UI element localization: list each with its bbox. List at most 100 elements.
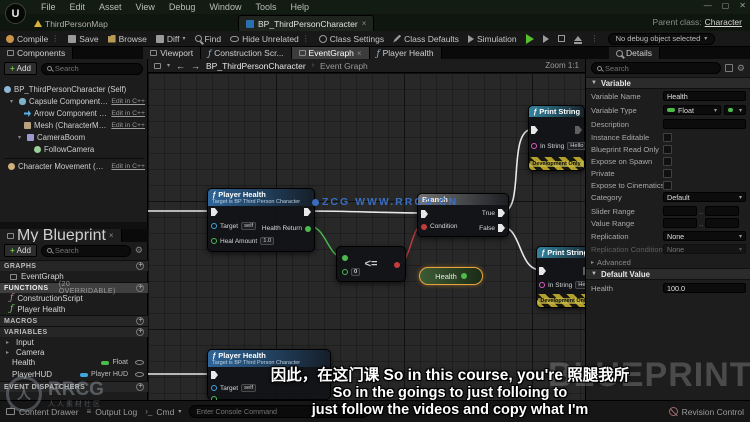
tab-event-graph[interactable]: EventGraph ×	[291, 47, 370, 59]
frame-skip-button[interactable]	[542, 34, 549, 43]
menu-edit[interactable]: Edit	[63, 2, 93, 12]
nav-forward-button[interactable]: →	[191, 61, 200, 71]
add-macro-icon[interactable]	[136, 317, 144, 325]
component-row-cameraboom[interactable]: ▾ CameraBoom	[0, 132, 148, 143]
player-health-function-item[interactable]: ƒ Player Health	[0, 304, 148, 315]
settings-gear-icon[interactable]: ⚙	[737, 63, 745, 74]
blueprint-doc-tab[interactable]: BP_ThirdPersonCharacter ×	[238, 15, 375, 31]
add-component-button[interactable]: + Add	[4, 62, 37, 75]
exec-in-pin[interactable]	[531, 126, 538, 134]
node-player-health-call[interactable]: ƒ Player Health Target is BP Third Person…	[207, 188, 315, 252]
save-button[interactable]: Save	[68, 34, 99, 44]
my-blueprint-search-input[interactable]	[54, 246, 125, 255]
in-string-pin[interactable]: In StringHello	[531, 142, 585, 150]
private-checkbox[interactable]	[663, 168, 672, 178]
category-dropdown[interactable]: Default ▾	[663, 192, 746, 202]
component-row-arrow[interactable]: Arrow Component (Arrow)Edit in C++	[0, 108, 148, 119]
class-defaults-button[interactable]: Class Defaults	[393, 34, 459, 44]
edit-in-cpp-link[interactable]: Edit in C++	[111, 163, 145, 170]
variable-name-input[interactable]	[663, 91, 746, 101]
add-function-icon[interactable]	[136, 284, 144, 292]
variable-type-dropdown[interactable]: Float ▾	[663, 105, 721, 115]
expose-on-spawn-checkbox[interactable]	[663, 156, 672, 166]
replication-condition-dropdown[interactable]: None ▾	[663, 244, 746, 254]
graph-list-icon[interactable]	[154, 62, 161, 69]
play-button[interactable]	[525, 33, 534, 44]
expander-icon[interactable]: ▾	[18, 134, 24, 141]
health-output-pin[interactable]	[460, 273, 467, 279]
debug-object-dropdown[interactable]: No debug object selected ▾	[607, 32, 716, 45]
heal-amount-pin[interactable]: Heal Amount 1.0	[211, 237, 275, 245]
eject-button[interactable]	[573, 36, 582, 44]
details-search[interactable]	[591, 62, 721, 74]
add-blueprint-item-button[interactable]: + Add	[4, 244, 37, 257]
exec-in-pin[interactable]	[211, 208, 218, 216]
tab-details[interactable]: Details	[609, 47, 660, 59]
false-pin[interactable]: False	[479, 224, 505, 232]
health-return-pin[interactable]: Health Return	[262, 225, 311, 232]
visibility-eye-icon[interactable]	[135, 360, 144, 365]
slider-range-min-input[interactable]	[663, 206, 697, 216]
node-get-health-variable[interactable]: Health	[419, 267, 483, 285]
parent-class-link[interactable]: Character	[705, 17, 742, 27]
variable-health-row[interactable]: Health Float	[0, 357, 148, 368]
simulation-button[interactable]: Simulation	[467, 34, 517, 44]
construction-script-item[interactable]: ƒ ConstructionScript	[0, 293, 148, 304]
container-type-dropdown[interactable]: ▾	[724, 105, 746, 115]
component-row-capsule[interactable]: ▾Capsule Component (CollisionCylinder)Ed…	[0, 96, 148, 107]
menu-view[interactable]: View	[129, 2, 162, 12]
target-pin[interactable]: Target self	[211, 222, 257, 230]
tab-close-icon[interactable]: ×	[362, 19, 367, 28]
hide-unrelated-options-icon[interactable]: ⋮	[302, 34, 310, 43]
add-graph-icon[interactable]	[136, 262, 144, 270]
breadcrumb-root[interactable]: BP_ThirdPersonCharacter	[206, 61, 306, 71]
tab-player-health[interactable]: ƒ Player Health	[369, 47, 442, 59]
description-input[interactable]	[663, 119, 746, 129]
exec-in-pin[interactable]	[421, 210, 428, 218]
value-range-max-input[interactable]	[705, 218, 740, 228]
exec-out-pin[interactable]	[304, 208, 311, 216]
display-filter-icon[interactable]	[724, 64, 733, 72]
hide-unrelated-button[interactable]: Hide Unrelated ⋮	[230, 34, 310, 44]
components-search-input[interactable]	[54, 64, 137, 73]
value-range-min-input[interactable]	[663, 218, 697, 228]
compile-options-icon[interactable]: ⋮	[51, 34, 59, 43]
close-button[interactable]: ✕	[739, 1, 746, 10]
tab-close-icon[interactable]: ×	[109, 231, 114, 240]
node-print-string-1[interactable]: ƒ Print String In String Hello Developmen…	[528, 105, 585, 171]
edit-in-cpp-link[interactable]: Edit in C++	[111, 122, 145, 129]
tab-components[interactable]: Components	[0, 47, 74, 59]
advanced-expander-row[interactable]: ▸ Advanced	[586, 256, 750, 268]
tab-close-icon[interactable]: ×	[357, 49, 362, 58]
edit-in-cpp-link[interactable]: Edit in C++	[111, 98, 145, 105]
edit-in-cpp-link[interactable]: Edit in C++	[111, 110, 145, 117]
browse-button[interactable]: Browse	[107, 34, 147, 44]
menu-debug[interactable]: Debug	[162, 2, 203, 12]
component-row-self[interactable]: BP_ThirdPersonCharacter (Self)	[0, 84, 148, 95]
components-search[interactable]	[40, 62, 143, 75]
minimize-button[interactable]: —	[704, 1, 712, 10]
instance-editable-checkbox[interactable]	[663, 132, 672, 142]
component-row-followcamera[interactable]: FollowCamera	[0, 144, 148, 155]
stop-button[interactable]	[557, 35, 565, 42]
menu-help[interactable]: Help	[283, 2, 316, 12]
class-settings-button[interactable]: Class Settings	[318, 34, 384, 44]
play-options-icon[interactable]: ⋮	[591, 34, 599, 43]
find-button[interactable]: Find	[194, 34, 221, 44]
expander-icon[interactable]: ▸	[6, 349, 12, 356]
graphs-section-header[interactable]: GRAPHS	[0, 260, 148, 271]
variable-section-header[interactable]: ▼ Variable	[586, 77, 750, 89]
exec-in-pin[interactable]	[539, 267, 546, 275]
slider-range-max-input[interactable]	[705, 206, 740, 216]
details-search-input[interactable]	[605, 63, 715, 73]
menu-tools[interactable]: Tools	[248, 2, 283, 12]
exec-out-pin[interactable]	[575, 126, 582, 134]
replication-dropdown[interactable]: None ▾	[663, 231, 746, 241]
component-row-charmove[interactable]: Character Movement (CharMoveComp)Edit in…	[0, 161, 148, 172]
menu-window[interactable]: Window	[202, 2, 248, 12]
compile-button[interactable]: Compile ⋮	[6, 34, 59, 44]
tab-viewport[interactable]: Viewport	[143, 47, 202, 59]
expose-to-cinematics-checkbox[interactable]	[663, 180, 672, 190]
level-tab[interactable]: ThirdPersonMap	[34, 16, 108, 31]
component-row-mesh[interactable]: Mesh (CharacterMesh0)Edit in C++	[0, 120, 148, 131]
